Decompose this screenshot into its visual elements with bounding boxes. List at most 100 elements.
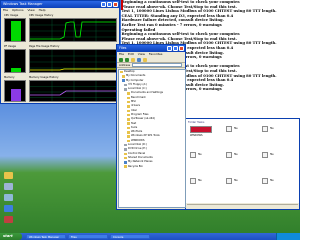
memory-bar xyxy=(11,89,21,101)
computer-icon xyxy=(122,79,125,82)
internet-explorer-icon[interactable] xyxy=(4,205,13,212)
pf-usage-bar xyxy=(11,68,21,72)
tree-item-label: Recycle Bin xyxy=(128,164,143,168)
minimize-button[interactable] xyxy=(167,46,172,51)
task-manager-title: Windows Task Manager xyxy=(3,2,43,6)
drive-icon xyxy=(124,143,127,147)
folder-icon xyxy=(127,139,130,143)
file-label: file xyxy=(234,153,238,156)
pf-history-graph xyxy=(29,49,117,73)
shortcut-icon[interactable] xyxy=(4,216,13,223)
file-label: file xyxy=(198,179,202,182)
folder-icon xyxy=(127,96,130,100)
taskbar-button-console[interactable]: Console xyxy=(110,234,150,239)
tree-item[interactable]: Recycle Bin xyxy=(119,165,185,169)
menu-options[interactable]: Options xyxy=(12,8,24,12)
pf-history-svg xyxy=(30,50,116,72)
file-icon[interactable] xyxy=(226,126,232,132)
status-bar xyxy=(187,204,298,209)
menu-edit[interactable]: Edit xyxy=(128,52,134,56)
file-icon[interactable] xyxy=(190,152,196,158)
folder-icon xyxy=(127,135,130,138)
address-field[interactable] xyxy=(132,63,183,67)
explorer-title: Files xyxy=(119,46,127,50)
folder-icon xyxy=(127,118,130,121)
memory-label: Memory xyxy=(4,76,15,79)
up-folder-icon[interactable] xyxy=(131,57,135,62)
file-icon[interactable] xyxy=(262,178,268,184)
cpu-history-label: CPU Usage History xyxy=(29,14,54,17)
file-label: file xyxy=(198,153,202,156)
back-icon[interactable] xyxy=(119,57,123,62)
explorer-titlebar[interactable]: Files xyxy=(117,45,185,52)
folder-icon xyxy=(127,105,130,108)
folder-icon xyxy=(124,152,127,156)
drive-icon xyxy=(124,148,127,151)
cpu-usage-graph xyxy=(4,18,26,42)
folder-icon xyxy=(124,165,127,168)
file-icon[interactable] xyxy=(262,152,268,158)
file-icon[interactable] xyxy=(226,152,232,158)
pf-usage-graph xyxy=(4,49,26,73)
cpu-usage-label: CPU Usage xyxy=(4,14,19,17)
explorer-window: Files File Edit View Favorites Address D… xyxy=(116,44,186,210)
folder-icon xyxy=(124,156,127,160)
start-button[interactable]: start xyxy=(0,233,22,240)
close-button[interactable] xyxy=(113,2,118,7)
folders-icon[interactable] xyxy=(143,57,147,62)
search-icon[interactable] xyxy=(137,57,141,62)
pane-title: Folder Tasks xyxy=(188,120,205,124)
menu-favorites[interactable]: Favorites xyxy=(149,52,163,56)
task-manager-window: Windows Task Manager File Options View H… xyxy=(0,0,120,104)
task-manager-menubar: File Options View Help xyxy=(1,8,119,13)
my-computer-icon[interactable] xyxy=(4,183,13,190)
task-manager-titlebar[interactable]: Windows Task Manager xyxy=(1,1,119,8)
folder-icon xyxy=(127,131,130,134)
menu-help[interactable]: Help xyxy=(39,8,46,12)
pf-history-line xyxy=(30,68,116,71)
file-icon[interactable] xyxy=(190,178,196,184)
menu-file[interactable]: File xyxy=(119,52,124,56)
menu-view[interactable]: View xyxy=(138,52,145,56)
taskbar: start Windows Task Manager Files Console xyxy=(0,233,300,240)
memory-history-svg xyxy=(30,81,116,101)
folder-icon xyxy=(127,100,130,104)
drive-icon xyxy=(124,88,127,91)
cpu-usage-bar-svg xyxy=(11,21,21,41)
taskbar-button-task-manager[interactable]: Windows Task Manager xyxy=(26,234,66,239)
file-label: file xyxy=(234,179,238,182)
close-button[interactable] xyxy=(179,46,184,51)
cpu-history-line xyxy=(30,21,116,40)
forward-icon[interactable] xyxy=(125,57,129,62)
minimize-button[interactable] xyxy=(101,2,106,7)
file-icon[interactable] xyxy=(226,178,232,184)
my-documents-icon[interactable] xyxy=(4,172,13,179)
cpu-usage-bar xyxy=(11,21,21,41)
file-icon[interactable] xyxy=(262,126,268,132)
recycle-bin-icon[interactable] xyxy=(4,194,13,201)
system-tray xyxy=(276,233,300,240)
menu-file[interactable]: File xyxy=(3,8,8,12)
folder-icon xyxy=(127,126,130,130)
memory-graph xyxy=(4,80,26,102)
taskbar-button-files[interactable]: Files xyxy=(68,234,108,239)
console-marker xyxy=(121,0,123,10)
folder-tree: Desktop My Documents My Computer 3½ Floppy … xyxy=(118,69,186,208)
memory-history-line xyxy=(30,90,116,96)
folder-icon xyxy=(127,109,130,113)
address-bar: Address xyxy=(117,63,185,68)
file-list-pane: Folder Tasks WINDOWS file file file file file… xyxy=(186,119,299,203)
maximize-button[interactable] xyxy=(107,2,112,7)
file-icon[interactable] xyxy=(190,126,212,133)
file-label: file xyxy=(270,153,274,156)
folder-icon xyxy=(120,70,123,74)
pf-usage-bar-svg xyxy=(11,68,21,72)
tree-list: Desktop My Documents My Computer 3½ Floppy … xyxy=(119,70,185,169)
file-label: file xyxy=(234,127,238,130)
maximize-button[interactable] xyxy=(173,46,178,51)
file-label: WINDOWS xyxy=(190,134,203,137)
menu-view[interactable]: View xyxy=(28,8,35,12)
pf-usage-label: PF Usage xyxy=(4,45,16,48)
cpu-history-svg xyxy=(30,19,116,41)
folder-icon xyxy=(127,122,130,125)
